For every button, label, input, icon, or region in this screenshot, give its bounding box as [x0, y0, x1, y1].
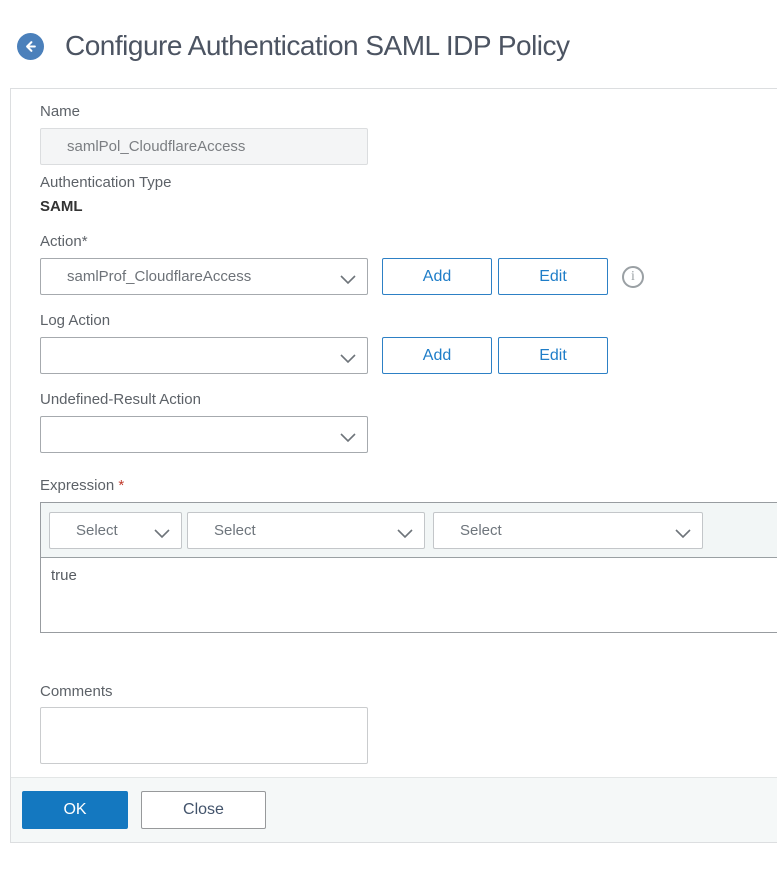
- expression-select-2-value: Select: [214, 522, 256, 539]
- form-footer: OK Close: [11, 777, 777, 842]
- log-action-field: Log Action Add Edit: [40, 312, 777, 374]
- undefined-result-action-select[interactable]: [40, 416, 368, 453]
- chevron-down-icon: [675, 526, 691, 543]
- expression-toolbar: Select Select Select: [41, 503, 777, 558]
- expression-select-3[interactable]: Select: [433, 512, 703, 549]
- required-asterisk: *: [118, 477, 125, 494]
- expression-editor[interactable]: true: [41, 558, 777, 632]
- action-edit-button[interactable]: Edit: [498, 258, 608, 295]
- name-label: Name: [40, 103, 81, 120]
- auth-type-label: Authentication Type: [40, 174, 172, 191]
- undefined-result-action-field: Undefined-Result Action: [40, 391, 777, 453]
- expression-field: Expression * Select Select Select true: [40, 477, 777, 633]
- log-action-edit-button[interactable]: Edit: [498, 337, 608, 374]
- action-label: Action*: [40, 233, 88, 250]
- chevron-down-icon: [397, 526, 413, 543]
- action-select-value: samlProf_CloudflareAccess: [67, 268, 252, 285]
- comments-label: Comments: [40, 683, 113, 700]
- comments-field: Comments: [40, 683, 777, 769]
- log-action-select[interactable]: [40, 337, 368, 374]
- back-button[interactable]: [17, 32, 44, 60]
- info-icon[interactable]: i: [622, 265, 644, 288]
- expression-select-3-value: Select: [460, 522, 502, 539]
- expression-label-text: Expression: [40, 477, 115, 494]
- name-input[interactable]: [40, 128, 368, 165]
- name-field: Name: [40, 103, 777, 165]
- ok-button[interactable]: OK: [22, 791, 128, 829]
- form-panel: Name Authentication Type SAML Action* sa…: [10, 88, 777, 843]
- expression-label: Expression *: [40, 477, 777, 494]
- action-add-button[interactable]: Add: [382, 258, 492, 295]
- action-field: Action* samlProf_CloudflareAccess Add Ed…: [40, 233, 777, 295]
- chevron-down-icon: [154, 526, 170, 543]
- log-action-add-button[interactable]: Add: [382, 337, 492, 374]
- auth-type-value: SAML: [40, 198, 83, 215]
- chevron-down-icon: [340, 272, 356, 289]
- page-header: Configure Authentication SAML IDP Policy: [0, 0, 777, 62]
- page-title: Configure Authentication SAML IDP Policy: [65, 30, 570, 61]
- arrow-left-icon: [23, 39, 38, 54]
- form-body: Name Authentication Type SAML Action* sa…: [11, 89, 777, 777]
- chevron-down-icon: [340, 430, 356, 447]
- undefined-result-action-label: Undefined-Result Action: [40, 391, 201, 408]
- comments-textarea[interactable]: [40, 707, 368, 764]
- log-action-label: Log Action: [40, 312, 111, 329]
- expression-builder: Select Select Select true: [40, 502, 777, 633]
- action-select[interactable]: samlProf_CloudflareAccess: [40, 258, 368, 295]
- close-button[interactable]: Close: [141, 791, 266, 829]
- chevron-down-icon: [340, 351, 356, 368]
- auth-type-field: Authentication Type SAML: [40, 174, 777, 215]
- expression-select-2[interactable]: Select: [187, 512, 425, 549]
- expression-select-1[interactable]: Select: [49, 512, 182, 549]
